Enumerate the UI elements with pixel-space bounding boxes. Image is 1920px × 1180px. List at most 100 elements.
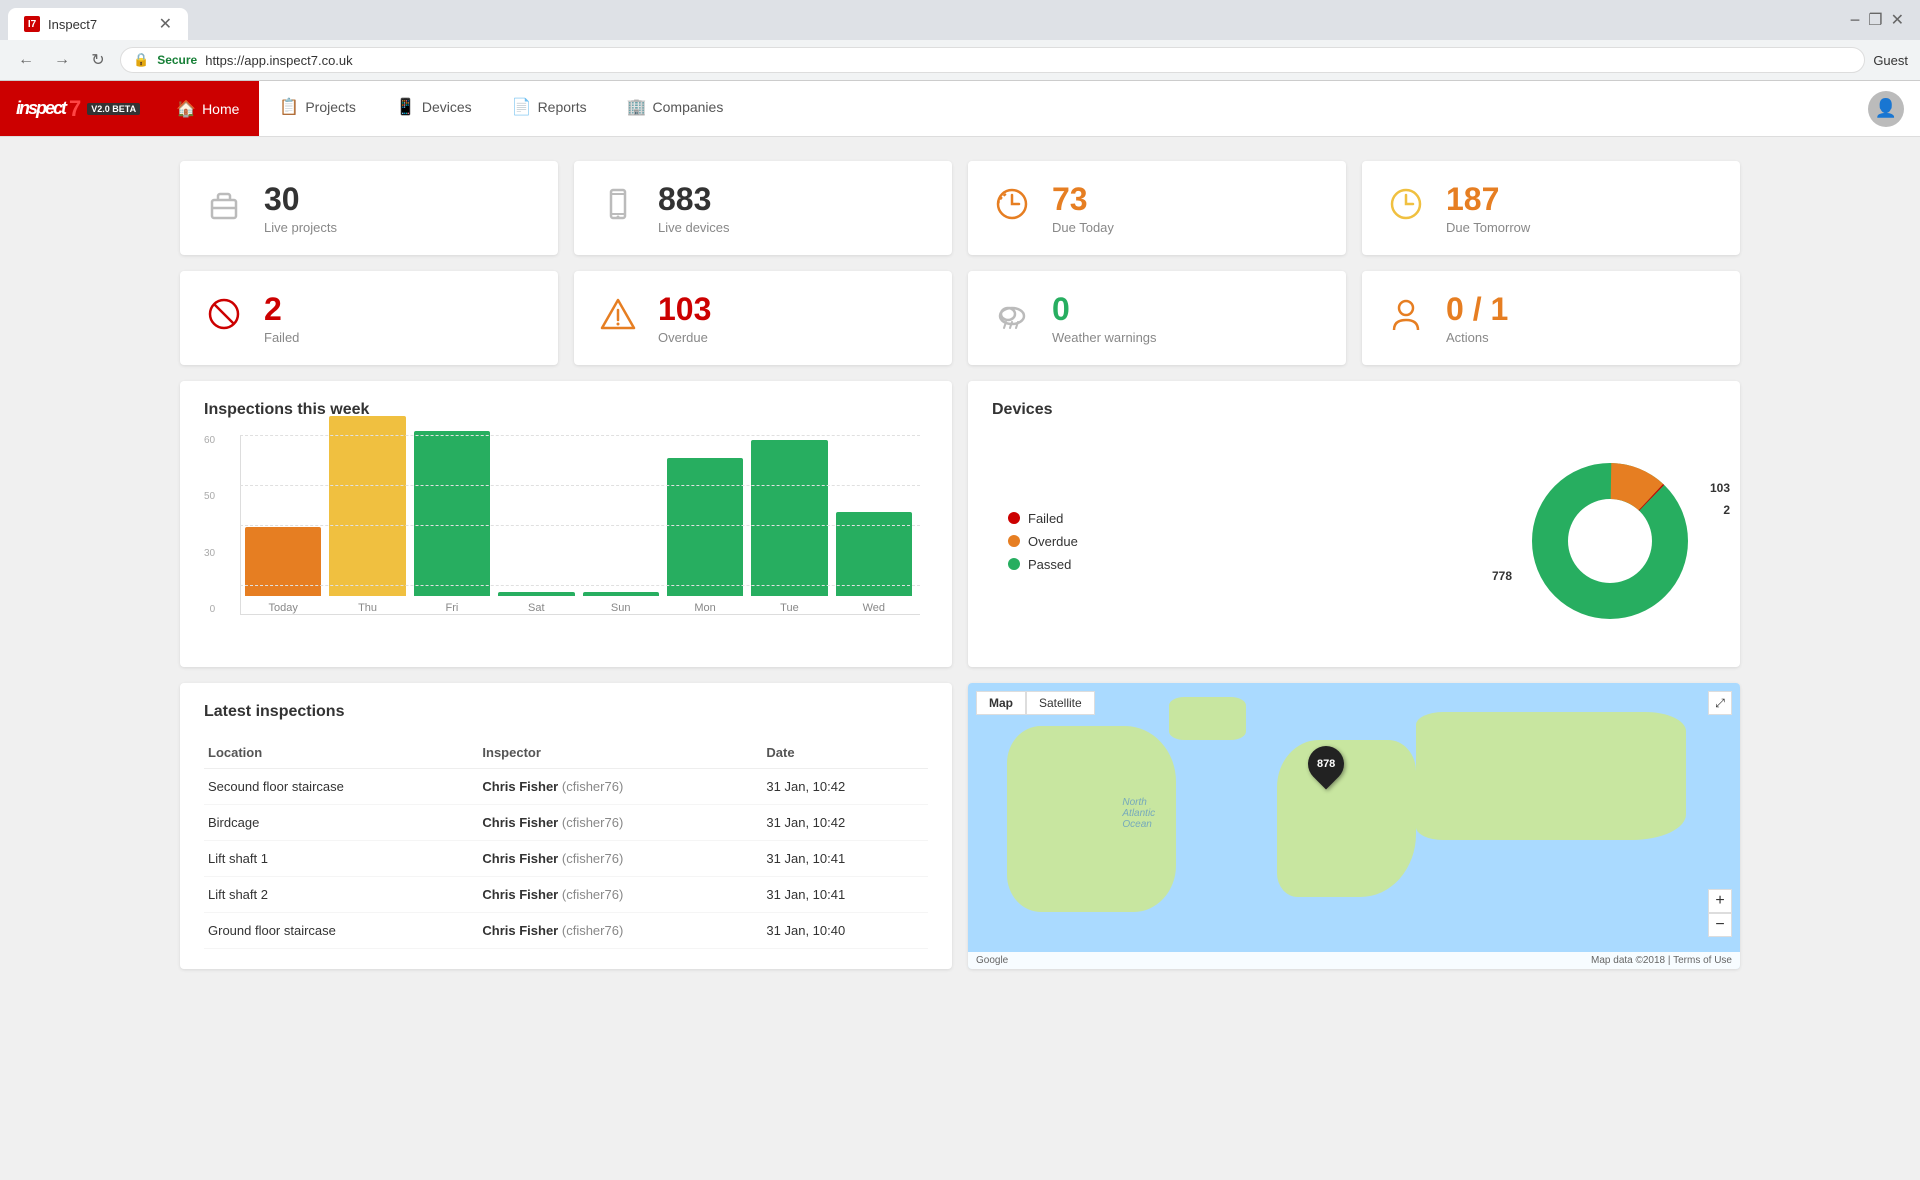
nav-item-devices[interactable]: 📱 Devices [376,81,492,136]
user-avatar-area[interactable]: 👤 [1852,91,1920,127]
browser-titlebar: I7 Inspect7 ✕ − ❐ ✕ [0,0,1920,40]
legend-failed: Failed [1008,511,1078,526]
bar-wed: Wed [836,512,912,614]
bar-thu: Thu [329,416,405,614]
inspector-user-2: (cfisher76) [562,851,623,866]
devices-chart-title: Devices [992,401,1716,419]
browser-new-tab-button[interactable] [196,18,220,30]
browser-chrome: I7 Inspect7 ✕ − ❐ ✕ ← → ↻ 🔒 Secure https… [0,0,1920,81]
latest-inspections-title: Latest inspections [204,703,928,721]
stat-cards-row1: 30 Live projects 883 Live devices 73 Due… [180,161,1740,255]
stat-card-actions: 0 / 1 Actions [1362,271,1740,365]
map-container: Map Satellite NorthAtlanticOcean [968,683,1740,969]
stat-info-failed: 2 Failed [264,291,299,345]
y-label-0: 0 [210,604,216,615]
donut-svg [1520,451,1700,631]
inspector-user-3: (cfisher76) [562,887,623,902]
map-tab-controls[interactable]: Map Satellite [976,691,1095,715]
nav-label-home: Home [202,101,239,117]
app-header: inspect 7 V2.0 BETA 🏠 Home 📋 Projects 📱 … [0,81,1920,137]
bar-sun-fill [583,592,659,596]
bar-label-today: Today [269,602,298,614]
map-tab-map[interactable]: Map [976,691,1026,715]
browser-tab-close-button[interactable]: ✕ [159,14,172,34]
bar-label-thu: Thu [358,602,377,614]
donut-label-overdue: 103 [1710,481,1730,495]
browser-user-label: Guest [1873,53,1908,68]
cell-location-0: Secound floor staircase [204,769,478,805]
bar-wed-fill [836,512,912,596]
map-tab-satellite[interactable]: Satellite [1026,691,1095,715]
browser-controls: ← → ↻ 🔒 Secure https://app.inspect7.co.u… [0,40,1920,81]
browser-tab-favicon: I7 [24,16,40,32]
bar-sat: Sat [498,592,574,614]
browser-back-button[interactable]: ← [12,46,40,74]
land-asia [1416,712,1686,841]
table-row: Birdcage Chris Fisher (cfisher76) 31 Jan… [204,805,928,841]
browser-url[interactable]: https://app.inspect7.co.uk [205,53,352,68]
main-content: 30 Live projects 883 Live devices 73 Due… [0,137,1920,993]
nav-item-home[interactable]: 🏠 Home [156,81,259,136]
device-icon [598,184,638,233]
user-avatar: 👤 [1868,91,1904,127]
nav-item-projects[interactable]: 📋 Projects [259,81,376,136]
browser-refresh-button[interactable]: ↻ [84,46,112,74]
stat-number-weather: 0 [1052,291,1157,328]
stat-number-actions: 0 / 1 [1446,291,1508,328]
y-label-30: 30 [204,548,215,559]
stat-info-due-tomorrow: 187 Due Tomorrow [1446,181,1530,235]
bottom-row: Latest inspections Location Inspector Da… [180,683,1740,969]
map-zoom-out-button[interactable]: − [1708,913,1732,937]
col-inspector: Inspector [478,737,762,769]
browser-maximize-button[interactable]: ❐ [1868,10,1882,31]
cell-location-1: Birdcage [204,805,478,841]
bar-today-fill [245,527,321,596]
cell-inspector-3: Chris Fisher (cfisher76) [478,877,762,913]
map-footer: Google Map data ©2018 | Terms of Use [968,952,1740,969]
browser-address-bar[interactable]: 🔒 Secure https://app.inspect7.co.uk [120,47,1865,73]
browser-close-button[interactable]: ✕ [1891,10,1904,31]
browser-forward-button[interactable]: → [48,46,76,74]
block-red-icon [204,294,244,343]
map-footer-google: Google [976,955,1008,966]
inspector-name-0: Chris Fisher [482,779,558,794]
stat-label-live-devices: Live devices [658,220,730,235]
stat-cards-row2: 2 Failed 103 Overdue 0 Weather warnings [180,271,1740,365]
person-orange-icon [1386,294,1426,343]
cell-date-3: 31 Jan, 10:41 [762,877,928,913]
nav-item-reports[interactable]: 📄 Reports [492,81,607,136]
bar-label-wed: Wed [863,602,885,614]
table-row: Lift shaft 2 Chris Fisher (cfisher76) 31… [204,877,928,913]
donut-area: Failed Overdue Passed [992,435,1716,647]
cell-inspector-0: Chris Fisher (cfisher76) [478,769,762,805]
bar-label-mon: Mon [694,602,715,614]
devices-icon: 📱 [396,97,416,117]
cell-date-1: 31 Jan, 10:42 [762,805,928,841]
land-greenland [1169,697,1246,740]
stat-number-live-devices: 883 [658,181,730,218]
legend-dot-failed [1008,512,1020,524]
briefcase-icon [204,184,244,233]
map-zoom-controls[interactable]: + − [1708,889,1732,937]
inspector-name-3: Chris Fisher [482,887,558,902]
map-fullscreen-button[interactable]: ⤢ [1708,691,1732,715]
stat-label-live-projects: Live projects [264,220,337,235]
cell-date-0: 31 Jan, 10:42 [762,769,928,805]
bar-mon: Mon [667,458,743,614]
nav-item-companies[interactable]: 🏢 Companies [607,81,744,136]
map-footer-rights: Map data ©2018 | Terms of Use [1591,955,1732,966]
stat-info-overdue: 103 Overdue [658,291,711,345]
bar-chart-wrapper: 60 50 30 0 [204,435,928,615]
bar-tue: Tue [751,440,827,614]
browser-tab[interactable]: I7 Inspect7 ✕ [8,8,188,40]
stat-card-live-projects: 30 Live projects [180,161,558,255]
nav-label-companies: Companies [653,99,724,115]
browser-minimize-button[interactable]: − [1850,10,1861,31]
map-zoom-in-button[interactable]: + [1708,889,1732,913]
cell-location-3: Lift shaft 2 [204,877,478,913]
legend-passed: Passed [1008,557,1078,572]
bar-chart-area: Today Thu Fri [240,435,920,615]
bar-label-fri: Fri [446,602,459,614]
bar-label-tue: Tue [780,602,799,614]
stat-card-failed: 2 Failed [180,271,558,365]
